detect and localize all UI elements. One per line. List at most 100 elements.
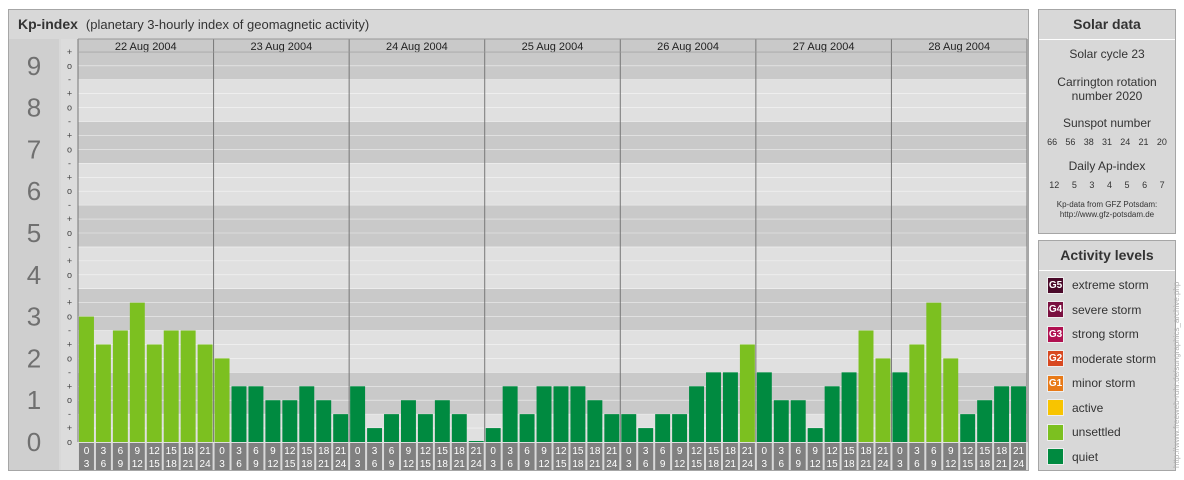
interval-end: 15 bbox=[555, 459, 567, 470]
day-label: 23 Aug 2004 bbox=[250, 41, 312, 53]
interval-start: 9 bbox=[541, 446, 547, 457]
interval-end: 21 bbox=[860, 459, 872, 470]
interval-end: 21 bbox=[318, 459, 330, 470]
interval-end: 3 bbox=[355, 459, 361, 470]
interval-start: 3 bbox=[778, 446, 784, 457]
y-minor-tick: + bbox=[67, 339, 72, 349]
y-minor-tick: - bbox=[68, 409, 71, 419]
data-credit: Kp-data from GFZ Potsdam: http://www.gfz… bbox=[1039, 200, 1175, 220]
interval-start: 6 bbox=[253, 446, 259, 457]
legend-item: G4 severe storm bbox=[1039, 298, 1175, 323]
kp-bar bbox=[536, 386, 552, 442]
interval-start: 18 bbox=[318, 446, 330, 457]
interval-start: 18 bbox=[183, 446, 195, 457]
interval-start: 18 bbox=[454, 446, 466, 457]
interval-end: 3 bbox=[626, 459, 632, 470]
interval-start: 0 bbox=[897, 446, 903, 457]
sunspot-number: 56 bbox=[1065, 137, 1076, 147]
kp-band-5 bbox=[78, 205, 1027, 247]
legend-label: minor storm bbox=[1072, 376, 1136, 391]
interval-start: 6 bbox=[389, 446, 395, 457]
kp-bar bbox=[468, 441, 484, 442]
y-minor-tick: o bbox=[67, 144, 72, 154]
interval-start: 15 bbox=[979, 446, 991, 457]
interval-end: 18 bbox=[166, 459, 178, 470]
y-tick-label: 5 bbox=[27, 218, 41, 248]
interval-start: 9 bbox=[948, 446, 954, 457]
ap-number: 6 bbox=[1142, 180, 1148, 190]
credit-line-2: http://www.gfz-potsdam.de bbox=[1059, 210, 1155, 219]
legend-label: extreme storm bbox=[1072, 278, 1149, 293]
interval-end: 18 bbox=[572, 459, 584, 470]
kp-bar bbox=[417, 414, 433, 442]
interval-start: 12 bbox=[284, 446, 296, 457]
interval-end: 21 bbox=[183, 459, 195, 470]
y-minor-tick: + bbox=[67, 172, 72, 182]
interval-start: 0 bbox=[84, 446, 90, 457]
y-minor-tick: + bbox=[67, 298, 72, 308]
y-minor-tick: o bbox=[67, 186, 72, 196]
interval-end: 6 bbox=[236, 459, 242, 470]
y-tick-label: 2 bbox=[27, 343, 41, 373]
y-tick-label: 6 bbox=[27, 176, 41, 206]
interval-end: 6 bbox=[914, 459, 920, 470]
legend-item: G1 minor storm bbox=[1039, 371, 1175, 396]
interval-start: 21 bbox=[471, 446, 483, 457]
interval-start: 9 bbox=[812, 446, 818, 457]
interval-start: 15 bbox=[166, 446, 178, 457]
sunspot-number: 31 bbox=[1101, 137, 1112, 147]
interval-start: 12 bbox=[691, 446, 703, 457]
legend-label: severe storm bbox=[1072, 302, 1142, 317]
interval-end: 15 bbox=[962, 459, 974, 470]
y-minor-tick: + bbox=[67, 256, 72, 266]
carrington-line-1: Carrington rotation bbox=[1057, 75, 1157, 89]
legend-swatch: G1 bbox=[1047, 374, 1064, 392]
activity-legend: G5 extreme storm G4 severe storm G3 strong … bbox=[1039, 271, 1175, 469]
sunspot-number: 38 bbox=[1083, 137, 1094, 147]
kp-bar bbox=[112, 330, 128, 442]
kp-bar bbox=[197, 344, 213, 442]
kp-bar bbox=[570, 386, 586, 442]
interval-start: 0 bbox=[490, 446, 496, 457]
y-minor-tick: + bbox=[67, 423, 72, 433]
y-minor-tick: - bbox=[68, 75, 71, 85]
interval-start: 12 bbox=[827, 446, 839, 457]
kp-bar bbox=[265, 400, 281, 442]
kp-chart: 22 Aug 2004 23 Aug 2004 24 Aug 2004 25 Aug … bbox=[9, 38, 1028, 470]
kp-bar bbox=[95, 344, 111, 442]
interval-end: 15 bbox=[149, 459, 161, 470]
interval-start: 3 bbox=[914, 446, 920, 457]
interval-end: 12 bbox=[132, 459, 144, 470]
interval-end: 6 bbox=[101, 459, 107, 470]
y-minor-tick: - bbox=[68, 367, 71, 377]
kp-band-4 bbox=[78, 246, 1027, 289]
interval-end: 12 bbox=[403, 459, 415, 470]
interval-end: 12 bbox=[267, 459, 279, 470]
interval-start: 18 bbox=[860, 446, 872, 457]
y-tick-label: 9 bbox=[27, 51, 41, 81]
kp-bar bbox=[282, 400, 298, 442]
kp-chart-panel: Kp-index (planetary 3-hourly index of ge… bbox=[8, 9, 1029, 471]
interval-end: 24 bbox=[742, 459, 754, 470]
kp-band-7 bbox=[78, 121, 1027, 164]
day-label: 25 Aug 2004 bbox=[522, 41, 584, 53]
legend-swatch bbox=[1047, 423, 1064, 441]
y-minor-tick: o bbox=[67, 395, 72, 405]
y-minor-tick: o bbox=[67, 312, 72, 322]
interval-start: 3 bbox=[236, 446, 242, 457]
kp-bar bbox=[638, 428, 654, 442]
y-minor-tick: + bbox=[67, 381, 72, 391]
kp-bar bbox=[875, 358, 891, 442]
interval-end: 15 bbox=[420, 459, 432, 470]
interval-start: 0 bbox=[355, 446, 361, 457]
interval-end: 12 bbox=[810, 459, 822, 470]
kp-bar bbox=[672, 414, 688, 442]
kp-bar bbox=[163, 330, 179, 442]
interval-end: 24 bbox=[335, 459, 347, 470]
interval-end: 12 bbox=[538, 459, 550, 470]
legend-item: G5 extreme storm bbox=[1039, 273, 1175, 298]
ap-number: 12 bbox=[1049, 180, 1060, 190]
sunspot-number: 66 bbox=[1047, 137, 1058, 147]
sunspot-number: 24 bbox=[1120, 137, 1131, 147]
interval-end: 3 bbox=[219, 459, 225, 470]
